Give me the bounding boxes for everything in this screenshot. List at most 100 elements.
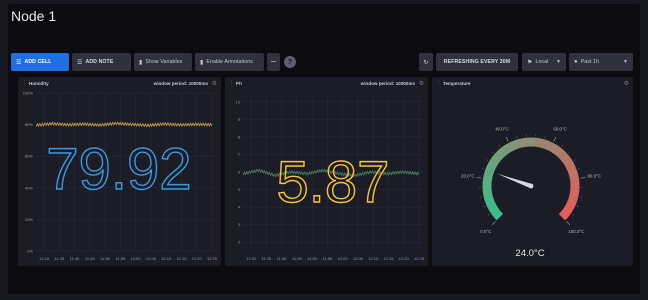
- y-tick-label: 8: [238, 134, 241, 139]
- gear-icon[interactable]: ⚙: [624, 80, 629, 87]
- x-tick-label: 12:25: [207, 256, 218, 261]
- temperature-value: 24.0°C: [515, 248, 544, 259]
- x-tick-label: 11:35: [54, 256, 64, 261]
- y-tick-label: 7: [238, 152, 241, 157]
- gauge-tick: [491, 151, 494, 154]
- show-variables-toggle[interactable]: ▮ Show Variables: [134, 53, 192, 71]
- x-tick-label: 11:50: [100, 256, 110, 261]
- gauge-arc: [494, 151, 504, 161]
- refresh-interval-dropdown[interactable]: REFRESHING EVERY 30M: [436, 53, 518, 71]
- gauge-tick: [486, 159, 489, 161]
- gauge-arc: [537, 138, 543, 148]
- x-tick-label: 12:10: [368, 256, 379, 261]
- gauge-arc: [551, 144, 560, 155]
- gauge-arc: [567, 198, 578, 205]
- x-tick-label: 11:45: [292, 256, 302, 261]
- add-cell-button[interactable]: ☰ ADD CELL: [11, 53, 69, 71]
- window-period: window period: 10000ms: [153, 80, 208, 86]
- x-tick-label: 12:05: [353, 256, 364, 261]
- gauge-arc: [562, 157, 573, 166]
- gauge-arc: [558, 151, 569, 161]
- add-note-label: ADD NOTE: [85, 59, 114, 65]
- gauge-arc: [491, 209, 501, 218]
- gauge-arc: [483, 195, 494, 201]
- gauge-tick: [576, 205, 579, 207]
- gauge-tick: [476, 177, 482, 179]
- page-title: Node 1: [11, 8, 57, 24]
- temperature-cell[interactable]: ⋮⋮ Temperature ⚙ 0.0°C 20.0°C 40.0°C 60.0°C…: [432, 77, 633, 266]
- gauge-arc: [499, 146, 508, 156]
- gauge-arc: [505, 142, 514, 153]
- x-tick-label: 12:20: [192, 256, 203, 261]
- x-tick-label: 12:10: [161, 256, 172, 261]
- gauge-arc: [548, 142, 557, 153]
- show-variables-label: Show Variables: [145, 59, 183, 65]
- gauge-arc: [483, 170, 494, 177]
- enable-annotations-label: Enable Annotations: [206, 59, 253, 65]
- timezone-label: Local: [535, 59, 549, 65]
- clock-icon: ●: [574, 59, 578, 65]
- humidity-cell[interactable]: ⋮⋮ Humidity window period: 10000ms ⚙ 100…: [18, 77, 221, 266]
- x-tick-label: 11:40: [70, 256, 80, 261]
- gauge-tick: [553, 136, 557, 142]
- gauge-arc: [491, 154, 502, 163]
- y-tick-label: 2: [238, 240, 241, 245]
- x-tick-label: 11:55: [323, 256, 333, 261]
- gauge-tick: [505, 136, 509, 142]
- gauge-tick-label: 80.0°C: [587, 173, 600, 178]
- more-button[interactable]: —: [267, 53, 280, 71]
- enable-annotations-toggle[interactable]: ▮ Enable Annotations: [195, 53, 264, 71]
- toggle-icon: ▮: [139, 59, 143, 66]
- timezone-dropdown[interactable]: ⚑ Local ▼: [522, 53, 566, 71]
- gauge-arc: [489, 157, 500, 166]
- gauge-tick: [483, 205, 486, 207]
- cell-header: ⋮⋮ Temperature ⚙: [432, 77, 633, 89]
- gauge-needle-hub: [528, 183, 534, 189]
- humidity-value: 79.92: [46, 137, 191, 202]
- x-tick-label: 12:05: [146, 256, 157, 261]
- gauge-tick: [498, 144, 501, 147]
- gauge-arc: [519, 138, 526, 148]
- time-range-label: Past 1h: [580, 59, 600, 65]
- gauge-arc: [496, 148, 506, 159]
- y-tick-label: 80%: [25, 122, 33, 127]
- refresh-button[interactable]: ↻: [419, 53, 433, 71]
- refresh-icon: ↻: [423, 59, 429, 66]
- more-label: —: [270, 59, 277, 65]
- gauge-arc: [556, 149, 566, 159]
- gauge-arc: [502, 144, 511, 155]
- time-range-dropdown[interactable]: ● Past 1h ▼: [569, 53, 633, 71]
- add-note-button[interactable]: ☰ ADD NOTE: [72, 53, 131, 71]
- gauge-arc: [543, 139, 550, 150]
- refresh-interval-label: REFRESHING EVERY 30M: [443, 59, 511, 65]
- gear-icon[interactable]: ⚙: [212, 80, 217, 87]
- gauge-tick: [572, 213, 575, 216]
- help-icon[interactable]: ?: [284, 56, 296, 68]
- gauge-tick-label: 100.0°C: [568, 229, 584, 234]
- gauge-arc: [487, 203, 498, 212]
- gauge-tick-label: 40.0°C: [495, 126, 508, 131]
- x-tick-label: 11:55: [116, 256, 126, 261]
- y-tick-label: 0%: [27, 249, 33, 254]
- y-tick-label: 40%: [25, 185, 33, 190]
- gauge-arc: [569, 174, 579, 181]
- gear-icon[interactable]: ⚙: [419, 80, 424, 87]
- x-tick-label: 12:15: [176, 256, 187, 261]
- gauge-arc: [487, 160, 498, 169]
- gauge-arc: [554, 146, 563, 157]
- cell-title: Temperature: [443, 80, 471, 86]
- cell-title: Humidity: [29, 80, 49, 86]
- gauge-arc: [564, 203, 575, 212]
- gauge-arc: [567, 167, 578, 174]
- gauge-arc: [508, 141, 517, 151]
- x-tick-label: 11:45: [85, 256, 95, 261]
- gauge-arc: [484, 167, 495, 174]
- x-tick-label: 11:30: [39, 256, 49, 261]
- x-tick-label: 11:40: [277, 256, 287, 261]
- gauge-arc: [569, 192, 579, 198]
- humidity-chart: 100% 80% 60% 40% 20% 0% 11:30 11:35 11:40 11:45 11…: [23, 91, 218, 262]
- gauge-arc: [560, 209, 571, 218]
- ph-cell[interactable]: ⋮⋮ Ph window period: 10000ms ⚙ 10 9 8 7 6 5 4 3…: [225, 77, 428, 266]
- gauge-arc: [564, 160, 575, 169]
- add-note-icon: ☰: [77, 59, 83, 66]
